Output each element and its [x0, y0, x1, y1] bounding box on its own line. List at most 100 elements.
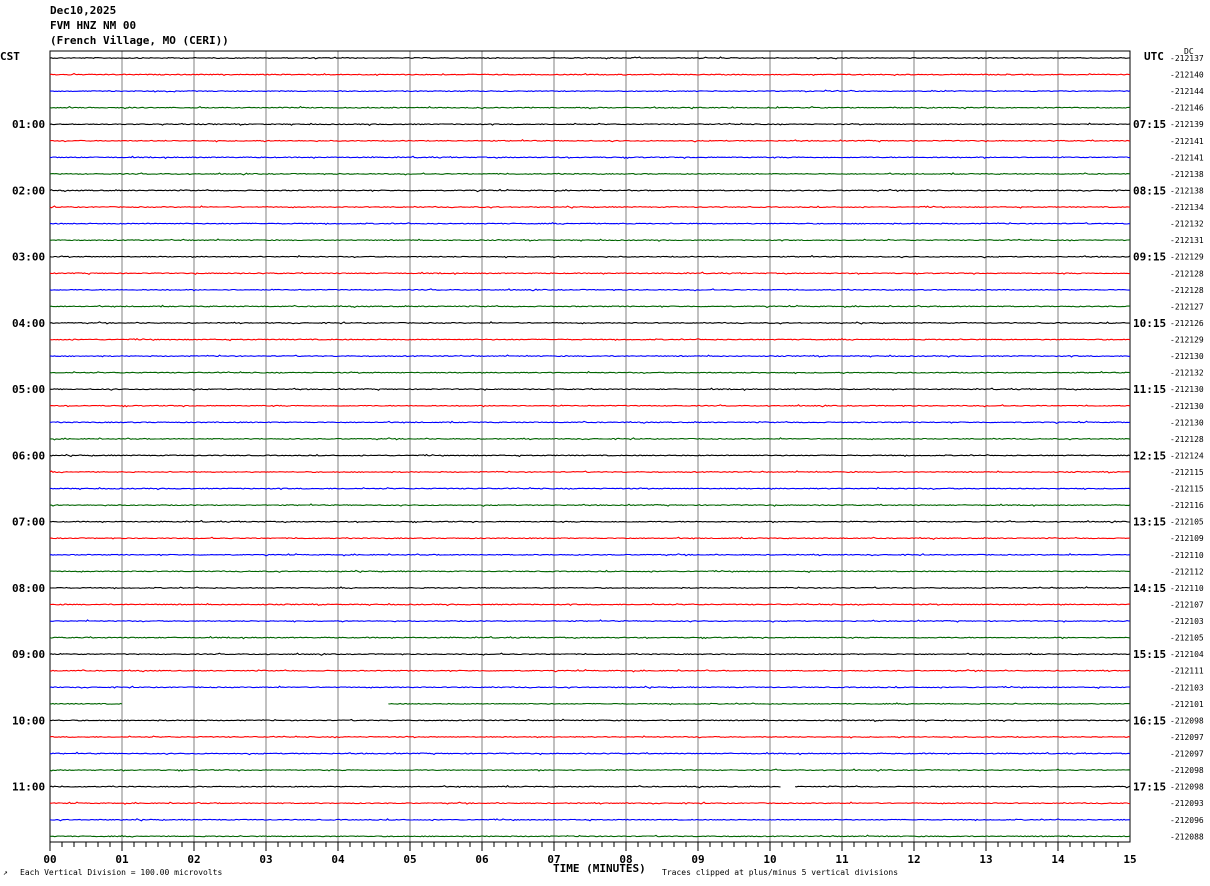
- x-tick-label: 01: [115, 853, 129, 866]
- cst-hour-label: 04:00: [12, 317, 45, 330]
- x-axis-title: TIME (MINUTES): [553, 862, 646, 875]
- seismic-trace: [49, 188, 1131, 193]
- dc-offset-label: -212098: [1170, 766, 1204, 775]
- seismic-trace: [388, 702, 1130, 706]
- seismic-trace: [49, 205, 1131, 209]
- utc-hour-label: 13:15: [1133, 516, 1166, 529]
- seismic-trace: [50, 222, 1130, 226]
- dc-offset-label: -212138: [1170, 170, 1204, 179]
- dc-offset-label: -212107: [1170, 600, 1204, 609]
- utc-hour-label: 17:15: [1133, 781, 1166, 794]
- dc-offset-label: -212141: [1170, 137, 1204, 146]
- seismic-trace: [49, 470, 1131, 474]
- dc-offset-label: -212112: [1170, 567, 1204, 576]
- dc-offset-label: -212140: [1170, 71, 1204, 80]
- seismic-trace: [49, 172, 1131, 176]
- dc-offset-label: -212098: [1170, 783, 1204, 792]
- seismic-trace: [49, 370, 1131, 375]
- dc-offset-label: -212103: [1170, 683, 1204, 692]
- seismic-trace: [49, 486, 1131, 491]
- dc-offset-label: -212098: [1170, 716, 1204, 725]
- corner-mark: ↗: [3, 868, 8, 877]
- x-tick-label: 11: [835, 853, 849, 866]
- plot-frame: [49, 50, 1131, 843]
- seismic-trace: [49, 619, 1131, 623]
- cst-hour-label: 05:00: [12, 383, 45, 396]
- dc-offset-label: -212132: [1170, 220, 1204, 229]
- seismic-trace: [49, 702, 123, 705]
- utc-hour-label: 07:15: [1133, 118, 1166, 131]
- dc-offset-label: -212131: [1170, 236, 1204, 245]
- dc-offset-label: -212103: [1170, 617, 1204, 626]
- seismic-trace: [49, 56, 1131, 60]
- dc-offset-label: -212146: [1170, 104, 1204, 113]
- seismic-trace: [50, 834, 1131, 838]
- dc-offset-label: -212116: [1170, 501, 1204, 510]
- seismic-trace: [49, 685, 1131, 689]
- dc-offset-label: -212129: [1170, 336, 1204, 345]
- helicorder-plot: -212137 -212140 -212144 -212146 -212139 -2121…: [12, 50, 1204, 866]
- dc-offset-label: -212130: [1170, 418, 1204, 427]
- seismic-trace: [50, 503, 1131, 507]
- seismic-trace: [49, 768, 1131, 772]
- scale-note: Each Vertical Division = 100.00 microvol…: [20, 868, 223, 877]
- seismic-trace: [49, 337, 1131, 342]
- cst-hour-label: 01:00: [12, 118, 45, 131]
- utc-hour-label: 12:15: [1133, 449, 1166, 462]
- dc-offset-label: -212130: [1170, 385, 1204, 394]
- clip-note: Traces clipped at plus/minus 5 vertical …: [662, 868, 899, 877]
- dc-offset-label: -212130: [1170, 402, 1204, 411]
- utc-hour-label: 09:15: [1133, 251, 1166, 264]
- dc-offset-label: -212105: [1170, 634, 1204, 643]
- seismic-trace: [49, 138, 1131, 143]
- utc-hour-label: 10:15: [1133, 317, 1166, 330]
- seismic-trace: [49, 453, 1131, 458]
- dc-offset-label: -212104: [1170, 650, 1204, 659]
- seismic-trace: [795, 785, 1130, 789]
- dc-offset-label: -212132: [1170, 369, 1204, 378]
- dc-offset-label: -212115: [1170, 468, 1204, 477]
- dc-offset-label: -212101: [1170, 700, 1204, 709]
- cst-hour-label: 09:00: [12, 648, 45, 661]
- x-tick-label: 02: [187, 853, 200, 866]
- dc-offset-label: -212139: [1170, 120, 1204, 129]
- dc-offset-label: -212097: [1170, 750, 1204, 759]
- seismic-trace: [49, 288, 1131, 292]
- seismic-trace: [49, 519, 1131, 524]
- seismic-trace: [49, 271, 1131, 276]
- dc-offset-label: -212096: [1170, 816, 1204, 825]
- seismic-trace: [49, 586, 1131, 590]
- utc-hour-label: 15:15: [1133, 648, 1166, 661]
- seismic-trace: [49, 105, 1130, 110]
- x-tick-label: 04: [331, 853, 345, 866]
- x-tick-label: 09: [691, 853, 704, 866]
- seismic-trace: [49, 404, 1131, 408]
- x-tick-label: 05: [403, 853, 416, 866]
- seismic-trace: [49, 652, 1131, 656]
- seismic-trace: [50, 354, 1130, 358]
- seismic-trace: [49, 536, 1131, 540]
- dc-offset-label: -212109: [1170, 534, 1204, 543]
- seismic-trace: [49, 569, 1130, 574]
- cst-hour-label: 02:00: [12, 184, 45, 197]
- seismic-trace: [49, 122, 1131, 126]
- utc-hour-label: 11:15: [1133, 383, 1166, 396]
- cst-hour-label: 07:00: [12, 516, 45, 529]
- seismic-trace: [49, 387, 1130, 392]
- seismic-trace: [49, 254, 1131, 259]
- dc-offset-label: -212128: [1170, 269, 1204, 278]
- cst-hour-label: 10:00: [12, 714, 45, 727]
- utc-hour-label: 08:15: [1133, 184, 1166, 197]
- seismic-trace: [49, 155, 1130, 160]
- seismic-trace: [49, 635, 1131, 640]
- utc-hour-label: 16:15: [1133, 714, 1166, 727]
- seismic-trace: [50, 437, 1131, 441]
- dc-offset-label: -212124: [1170, 451, 1204, 460]
- x-tick-label: 03: [259, 853, 272, 866]
- dc-offset-label: -212144: [1170, 87, 1204, 96]
- seismic-trace: [49, 735, 1131, 739]
- dc-offset-label: -212128: [1170, 435, 1204, 444]
- dc-offset-label: -212093: [1170, 799, 1204, 808]
- cst-hour-label: 11:00: [12, 781, 45, 794]
- seismic-trace: [49, 321, 1131, 325]
